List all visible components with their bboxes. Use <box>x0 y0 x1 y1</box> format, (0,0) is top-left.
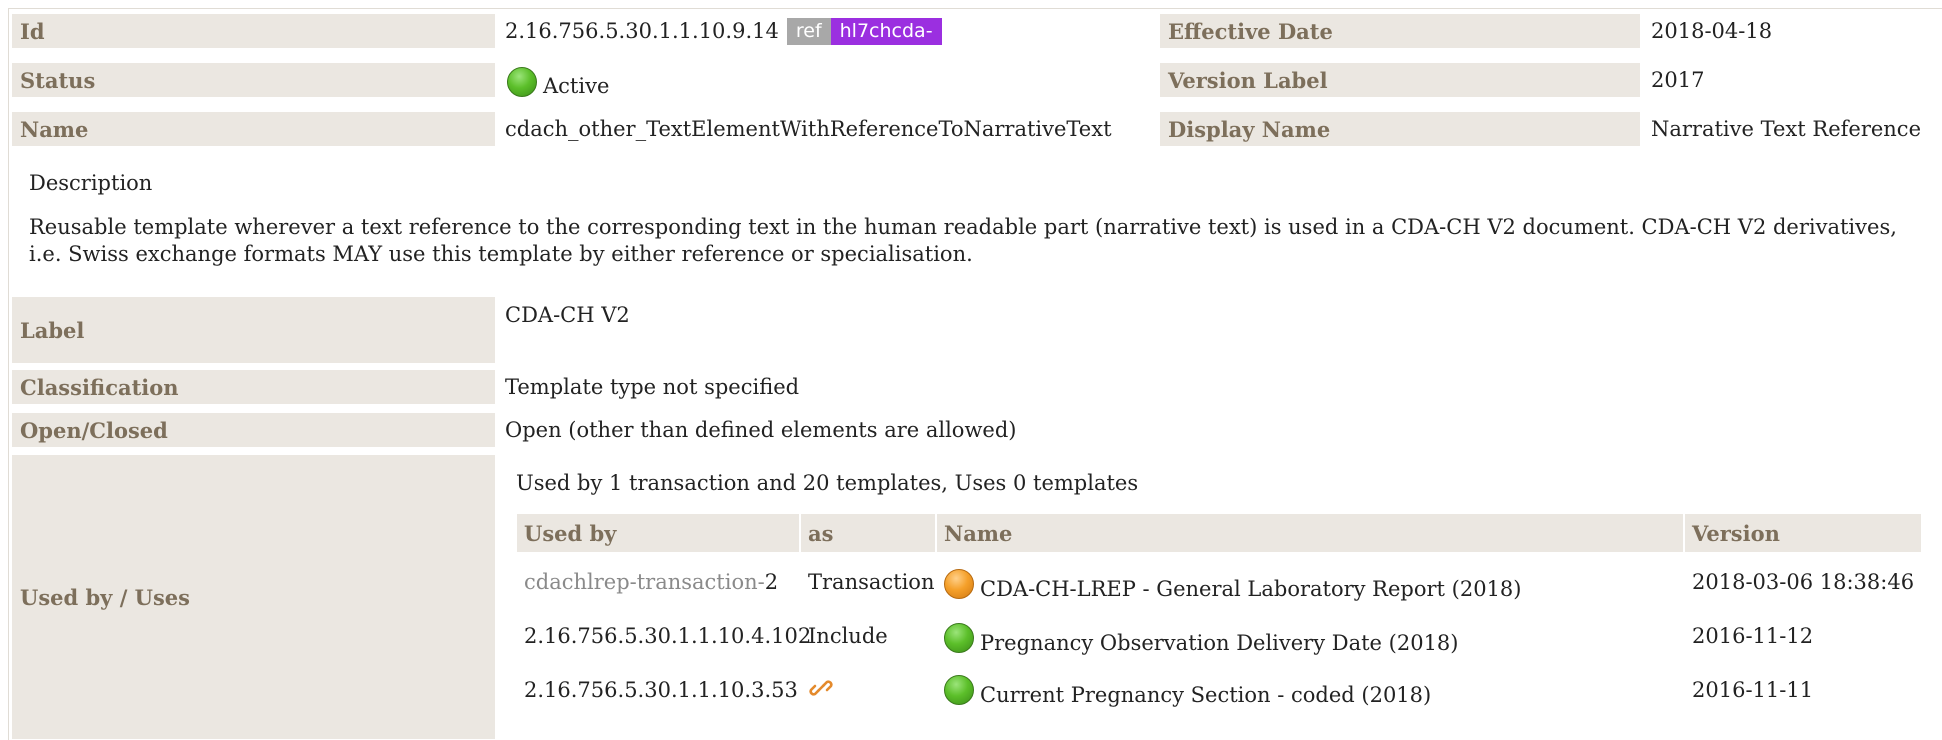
usage-summary: Used by 1 transaction and 20 templates, … <box>516 471 1139 495</box>
link-icon <box>809 680 833 696</box>
column-header-used-by[interactable]: Used by <box>517 514 799 552</box>
effective-date-label: Effective Date <box>1160 14 1640 48</box>
table-row-version: 2018-03-06 18:38:46 <box>1692 570 1915 594</box>
row-name-text[interactable]: CDA-CH-LREP - General Laboratory Report … <box>980 577 1522 601</box>
status-label: Status <box>12 63 495 97</box>
description-text: Reusable template wherever a text refere… <box>29 215 1897 266</box>
description-heading: Description <box>29 171 153 195</box>
table-row-as <box>801 670 834 706</box>
table-row-used-by[interactable]: 2.16.756.5.30.1.1.10.4.102 <box>517 618 811 654</box>
name-value: cdach_other_TextElementWithReferenceToNa… <box>505 117 1112 141</box>
status-active-icon <box>507 67 537 97</box>
version-label-label: Version Label <box>1160 63 1640 97</box>
table-row-as: Include <box>808 624 888 648</box>
status-value: Active <box>543 74 610 98</box>
label-label: Label <box>12 297 495 363</box>
name-label: Name <box>12 112 495 146</box>
table-row-name[interactable]: Current Pregnancy Section - coded (2018) <box>937 668 1431 712</box>
open-closed-value: Open (other than defined elements are al… <box>505 418 1017 442</box>
table-row-version: 2016-11-11 <box>1692 678 1814 702</box>
column-header-version[interactable]: Version <box>1685 514 1921 552</box>
status-active-icon <box>944 675 974 705</box>
used-by-uses-label: Used by / Uses <box>12 455 495 739</box>
id-value-row: 2.16.756.5.30.1.1.10.9.14 ref hl7chcda- <box>505 14 942 48</box>
ref-badge[interactable]: ref <box>786 17 831 45</box>
transaction-link[interactable]: cdachlrep-transaction- <box>524 570 765 594</box>
prefix-badge[interactable]: hl7chcda- <box>830 17 942 45</box>
row-name-text[interactable]: Pregnancy Observation Delivery Date (201… <box>980 631 1459 655</box>
table-row-used-by[interactable]: cdachlrep-transaction- 2 <box>517 564 778 600</box>
status-value-row: Active <box>507 61 609 103</box>
transaction-version: 2 <box>764 570 779 594</box>
display-name-value: Narrative Text Reference <box>1651 117 1921 141</box>
version-label-value: 2017 <box>1651 68 1705 92</box>
status-draft-icon <box>944 569 974 599</box>
open-closed-label: Open/Closed <box>12 413 495 447</box>
display-name-label: Display Name <box>1160 112 1640 146</box>
table-row-used-by[interactable]: 2.16.756.5.30.1.1.10.3.53 <box>517 672 798 708</box>
classification-value: Template type not specified <box>505 375 800 399</box>
effective-date-value: 2018-04-18 <box>1651 19 1773 43</box>
id-label: Id <box>12 14 495 48</box>
table-row-version: 2016-11-12 <box>1692 624 1814 648</box>
label-value: CDA-CH V2 <box>505 303 630 327</box>
column-header-name[interactable]: Name <box>937 514 1683 552</box>
classification-label: Classification <box>12 370 495 404</box>
table-row-name[interactable]: Pregnancy Observation Delivery Date (201… <box>937 616 1459 660</box>
template-id: 2.16.756.5.30.1.1.10.9.14 <box>505 19 779 43</box>
status-active-icon <box>944 623 974 653</box>
column-header-as[interactable]: as <box>801 514 935 552</box>
row-name-text[interactable]: Current Pregnancy Section - coded (2018) <box>980 683 1431 707</box>
table-row-as: Transaction <box>808 570 935 594</box>
table-row-name[interactable]: CDA-CH-LREP - General Laboratory Report … <box>937 562 1522 606</box>
